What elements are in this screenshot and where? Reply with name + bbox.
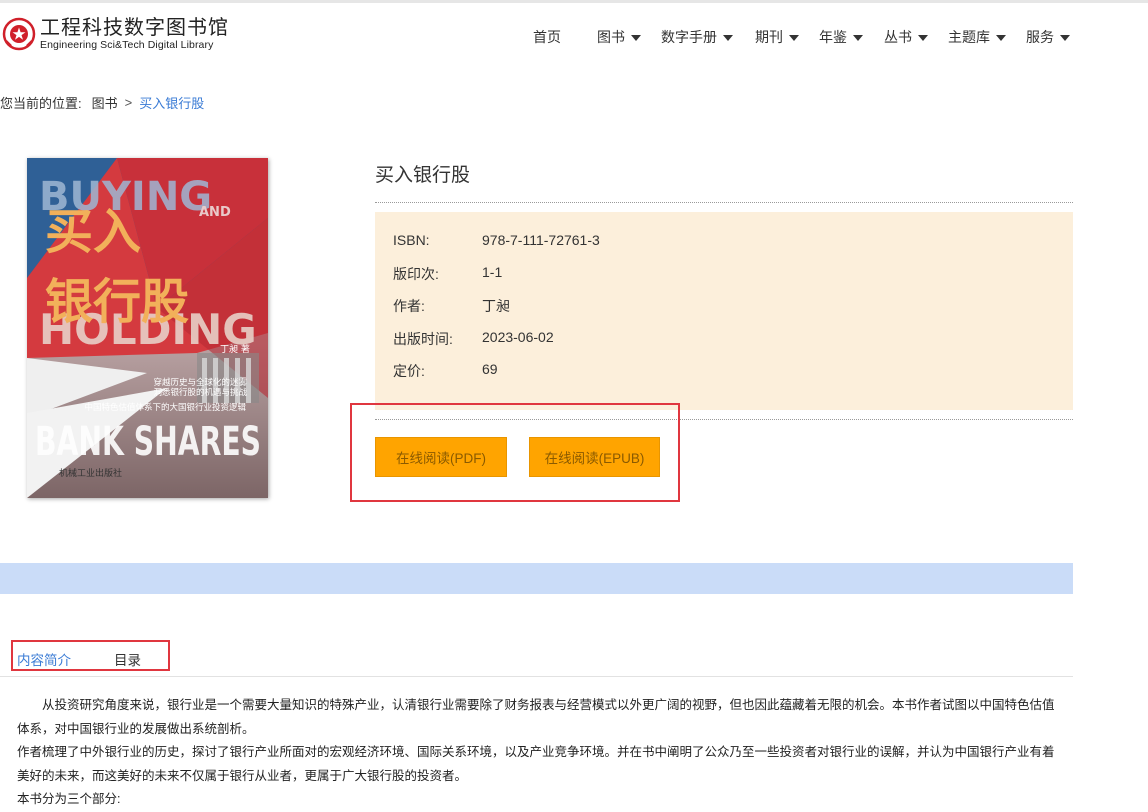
breadcrumb-separator: >: [124, 95, 133, 110]
info-label: 出版时间:: [393, 331, 453, 347]
info-value: 69: [482, 361, 498, 377]
nav-yearbooks[interactable]: 年鉴: [819, 27, 863, 47]
book-cover-art: BUYING AND HOLDING 买入 银行股 丁昶 著 穿越历史与全球化的…: [27, 158, 268, 498]
top-border: [0, 0, 1148, 3]
caret-down-icon: [918, 34, 928, 41]
info-label: ISBN:: [393, 232, 430, 248]
info-row-price: 定价: 69: [393, 361, 498, 381]
book-description: 从投资研究角度来说，银行业是一个需要大量知识的特殊产业，认清银行业需要除了财务报…: [17, 694, 1057, 812]
info-row-edition: 版印次: 1-1: [393, 264, 502, 284]
nav-journals[interactable]: 期刊: [755, 27, 799, 47]
nav-services[interactable]: 服务: [1026, 27, 1070, 47]
nav-theme-library-label: 主题库: [948, 29, 990, 45]
cover-title-cn-2: 银行股: [45, 274, 189, 330]
info-label: 作者:: [393, 298, 425, 314]
info-row-author: 作者: 丁昶: [393, 296, 510, 316]
site-logo[interactable]: 工程科技数字图书馆 Engineering Sci&Tech Digital L…: [0, 12, 229, 56]
info-value: 978-7-111-72761-3: [482, 232, 600, 248]
cover-tagline-1: 穿越历史与全球化的迷雾: [153, 377, 247, 388]
tab-bar-line: [0, 676, 1073, 677]
info-row-publish-date: 出版时间: 2023-06-02: [393, 329, 554, 349]
book-info-panel: ISBN: 978-7-111-72761-3 版印次: 1-1 作者: 丁昶 …: [375, 212, 1073, 410]
title-divider: [375, 202, 1073, 203]
nav-series[interactable]: 丛书: [884, 27, 928, 47]
logo-chinese-name: 工程科技数字图书馆: [40, 15, 229, 39]
logo-english-name: Engineering Sci&Tech Digital Library: [40, 39, 214, 51]
info-value: 1-1: [482, 264, 503, 280]
library-emblem-icon: [2, 17, 36, 51]
nav-yearbooks-label: 年鉴: [819, 29, 847, 45]
info-value: 2023-06-02: [482, 329, 554, 345]
book-cover: BUYING AND HOLDING 买入 银行股 丁昶 著 穿越历史与全球化的…: [27, 158, 268, 498]
cover-title-en-and: AND: [199, 205, 231, 220]
description-paragraph: 从投资研究角度来说，银行业是一个需要大量知识的特殊产业，认清银行业需要除了财务报…: [17, 698, 1055, 736]
cover-title-cn-1: 买入: [45, 204, 141, 260]
nav-series-label: 丛书: [884, 29, 912, 45]
info-row-isbn: ISBN: 978-7-111-72761-3: [393, 232, 600, 248]
caret-down-icon: [789, 34, 799, 41]
nav-books-label: 图书: [597, 29, 625, 45]
nav-home[interactable]: 首页: [533, 27, 561, 47]
cover-author: 丁昶 著: [220, 343, 250, 355]
info-value: 丁昶: [482, 298, 510, 314]
breadcrumb-item-books[interactable]: 图书: [92, 93, 118, 112]
breadcrumb-item-current[interactable]: 买入银行股: [139, 93, 204, 112]
caret-down-icon: [996, 34, 1006, 41]
cover-publisher: 机械工业出版社: [59, 467, 122, 479]
info-label: 版印次:: [393, 266, 439, 282]
section-band: [0, 563, 1073, 594]
book-title: 买入银行股: [375, 165, 471, 186]
breadcrumb: 您当前的位置: 图书 > 买入银行股: [0, 93, 204, 112]
description-paragraph: 作者梳理了中外银行业的历史，探讨了银行产业所面对的宏观经济环境、国际关系环境，以…: [17, 745, 1055, 783]
cover-tagline-3: 中国特色估值体系下的大国银行业投资逻辑: [84, 402, 246, 413]
caret-down-icon: [723, 34, 733, 41]
nav-services-label: 服务: [1026, 29, 1054, 45]
caret-down-icon: [1060, 34, 1070, 41]
breadcrumb-prefix: 您当前的位置:: [0, 96, 82, 111]
caret-down-icon: [631, 34, 641, 41]
nav-journals-label: 期刊: [755, 29, 783, 45]
caret-down-icon: [853, 34, 863, 41]
highlight-box-actions: [350, 403, 680, 502]
nav-books[interactable]: 图书: [597, 27, 641, 47]
cover-title-en-bottom: BANK SHARES: [35, 419, 261, 465]
highlight-box-tabs: [11, 640, 170, 671]
nav-digital-handbook-label: 数字手册: [661, 29, 717, 45]
nav-theme-library[interactable]: 主题库: [948, 27, 1006, 47]
nav-home-label: 首页: [533, 29, 561, 45]
nav-digital-handbook[interactable]: 数字手册: [661, 27, 733, 47]
cover-tagline-2: 洞悉银行股的机遇与挑战: [153, 387, 247, 398]
info-label: 定价:: [393, 363, 425, 379]
